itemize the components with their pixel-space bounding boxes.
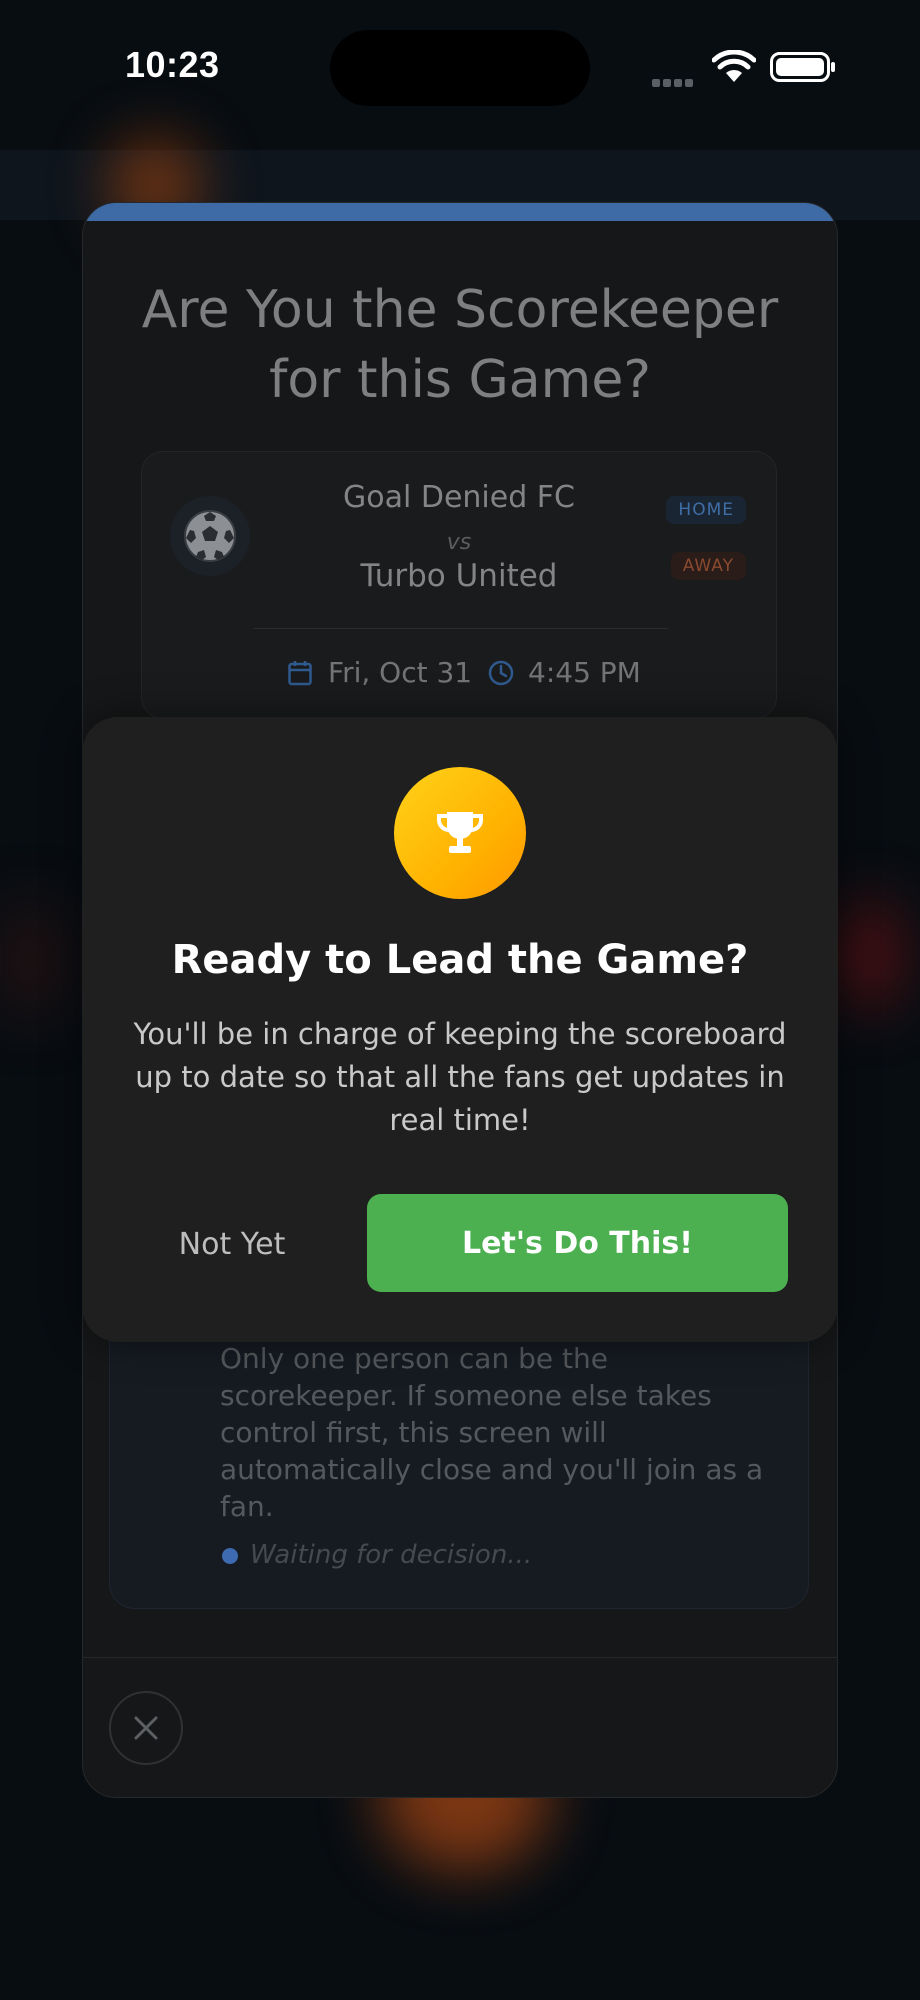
modal-body: You'll be in charge of keeping the score… <box>133 1017 787 1137</box>
status-time: 10:23 <box>125 44 220 85</box>
background-blur-shape <box>840 900 900 1010</box>
dynamic-island <box>330 30 590 106</box>
battery-icon <box>770 52 835 82</box>
close-icon <box>134 1716 158 1740</box>
status-bar: 10:23 <box>0 0 920 130</box>
background-blur-shape <box>0 900 60 1020</box>
sheet-title-line1: Are You the Scorekeeper <box>141 280 779 340</box>
footer-divider <box>83 1657 837 1658</box>
signal-icon <box>652 72 698 87</box>
trophy-badge <box>394 767 526 899</box>
sheet-title-line2: for this Game? <box>269 350 651 410</box>
match-card: Goal Denied FC vs Turbo United HOME AWAY… <box>141 451 777 719</box>
home-badge: HOME <box>666 496 746 524</box>
match-date: Fri, Oct 31 <box>328 656 473 689</box>
match-time: 4:45 PM <box>528 656 641 689</box>
sheet-title: Are You the Scorekeeper for this Game? <box>83 275 837 415</box>
card-divider <box>254 628 668 629</box>
modal-title: Ready to Lead the Game? <box>171 937 749 983</box>
status-dot <box>222 1548 238 1564</box>
not-yet-button[interactable]: Not Yet <box>132 1195 332 1293</box>
clock-icon <box>488 660 514 686</box>
waiting-status: Waiting for decision... <box>250 1540 533 1570</box>
wifi-icon <box>712 50 756 82</box>
calendar-icon <box>288 661 312 686</box>
sheet-accent-bar <box>83 203 837 221</box>
away-badge: AWAY <box>670 552 746 580</box>
close-button[interactable] <box>109 1691 183 1765</box>
info-text: Only one person can be the scorekeeper. … <box>220 1342 764 1523</box>
trophy-icon <box>437 812 483 853</box>
confirm-modal: Ready to Lead the Game? You'll be in cha… <box>82 717 838 1342</box>
confirm-button[interactable]: Let's Do This! <box>367 1194 788 1292</box>
